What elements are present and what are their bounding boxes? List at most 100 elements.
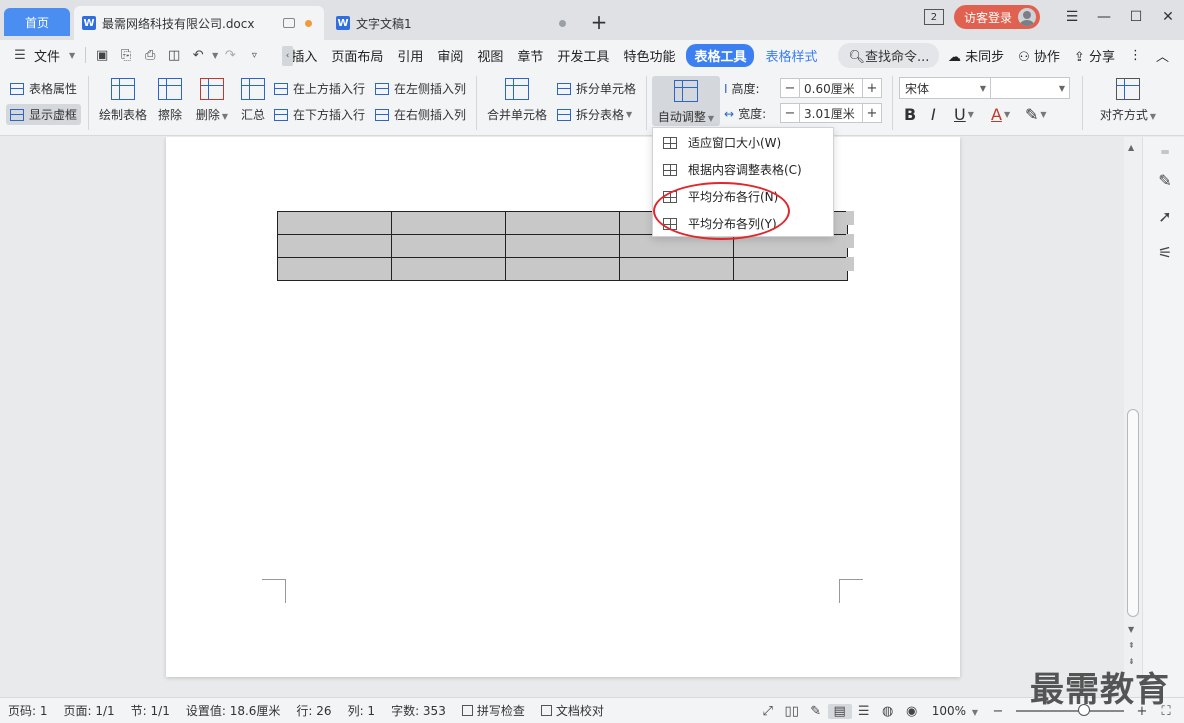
table-cell[interactable] [391, 211, 506, 235]
status-col[interactable]: 列: 1 [340, 702, 384, 719]
table-properties-button[interactable]: 表格属性 [10, 80, 77, 97]
table-cell[interactable] [277, 211, 392, 235]
tab-screen-icon[interactable] [283, 18, 295, 28]
scroll-up-icon[interactable]: ▲ [1128, 143, 1134, 152]
web-view-icon[interactable]: ◍ [876, 704, 900, 719]
menu-item-distribute-rows[interactable]: 平均分布各行(N) [653, 183, 833, 210]
eye-protect-icon[interactable]: ◉ [900, 704, 924, 719]
undo-icon[interactable]: ↶ [186, 48, 210, 63]
collapse-ribbon-icon[interactable]: ︿ [1149, 46, 1176, 65]
cursor-icon[interactable]: ➚ [1155, 207, 1175, 226]
font-family-select[interactable]: 宋体 ▼ [899, 77, 991, 99]
bold-icon[interactable]: B [904, 105, 916, 124]
row-height-increase-button[interactable]: + [862, 78, 882, 98]
hamburger-icon[interactable]: ☰ [8, 48, 32, 63]
tab-home[interactable]: 首页 [4, 8, 70, 36]
sync-status[interactable]: ☁ 未同步 [941, 46, 1011, 65]
table-cell[interactable] [277, 257, 392, 281]
scroll-left-icon[interactable]: ‹ [282, 46, 293, 66]
document-page[interactable] [166, 137, 960, 677]
status-row[interactable]: 行: 26 [288, 702, 339, 719]
menu-references[interactable]: 引用 [390, 46, 430, 65]
export-icon[interactable]: ⎘ [114, 48, 138, 63]
row-height-input[interactable]: 0.60厘米 [800, 78, 862, 98]
window-count-badge[interactable]: 2 [923, 9, 944, 25]
redo-icon[interactable]: ↷ [218, 48, 242, 63]
menu-file[interactable]: 文件 [32, 46, 67, 65]
menu-view[interactable]: 视图 [470, 46, 510, 65]
prev-page-icon[interactable]: ⇞ [1128, 641, 1135, 650]
table-cell[interactable] [505, 257, 620, 281]
status-setting-value[interactable]: 设置值: 18.6厘米 [178, 702, 289, 719]
menu-page-layout[interactable]: 页面布局 [324, 46, 390, 65]
table-cell[interactable] [277, 234, 392, 258]
highlight-icon[interactable]: ✎ ▼ [1025, 105, 1047, 124]
scroll-down-icon[interactable]: ▼ [1128, 625, 1134, 634]
edit-mode-icon[interactable]: ✎ [804, 704, 828, 719]
menu-item-fit-window[interactable]: 适应窗口大小(W) [653, 129, 833, 156]
add-tab-icon[interactable]: + [588, 10, 610, 34]
minimize-icon[interactable]: — [1088, 9, 1120, 25]
vertical-scrollbar[interactable]: ▲ ▼ ⇞ ⇟ [1124, 137, 1142, 697]
table-cell[interactable] [733, 257, 848, 281]
save-icon[interactable]: ▣ [90, 48, 114, 63]
menu-item-distribute-cols[interactable]: 平均分布各列(Y) [653, 210, 833, 237]
status-word-count[interactable]: 字数: 353 [383, 702, 454, 719]
status-page-number[interactable]: 页码: 1 [0, 702, 56, 719]
collab-button[interactable]: ⚇ 协作 [1011, 46, 1067, 65]
draw-table-button[interactable]: 绘制表格 [97, 78, 149, 123]
status-section[interactable]: 节: 1/1 [123, 702, 178, 719]
col-width-decrease-button[interactable]: − [780, 103, 800, 123]
italic-icon[interactable]: I [931, 105, 936, 124]
font-size-select[interactable]: ▼ [990, 77, 1070, 99]
doc-proof-button[interactable]: 文档校对 [533, 702, 612, 719]
table-cell[interactable] [619, 234, 734, 258]
scrollbar-thumb[interactable] [1127, 409, 1139, 617]
chevron-down-icon[interactable]: ▼ [69, 51, 75, 60]
maximize-icon[interactable]: ☐ [1120, 9, 1152, 25]
menu-item-fit-content[interactable]: 根据内容调整表格(C) [653, 156, 833, 183]
table-cell[interactable] [391, 234, 506, 258]
show-grid-button[interactable]: 显示虚框 [6, 104, 82, 125]
reading-mode-icon[interactable]: ▯▯ [780, 704, 804, 719]
share-button[interactable]: ⇪ 分享 [1067, 46, 1122, 65]
split-cells-button[interactable]: 拆分单元格 [557, 80, 636, 97]
merge-cells-button[interactable]: 合并单元格 [486, 78, 548, 123]
zoom-level[interactable]: 100% ▼ [924, 704, 986, 718]
zoom-out-icon[interactable]: − [986, 704, 1010, 719]
split-table-button[interactable]: 拆分表格 ▼ [557, 106, 632, 123]
table-cell[interactable] [505, 211, 620, 235]
pen-icon[interactable]: ✎ [1155, 171, 1175, 190]
menu-features[interactable]: 特色功能 [616, 46, 682, 65]
alignment-button[interactable]: 对齐方式 ▼ [1096, 78, 1160, 123]
document-canvas[interactable] [0, 137, 1142, 697]
insert-col-left-button[interactable]: 在左侧插入列 [375, 80, 466, 97]
page-view-icon[interactable]: ▤ [827, 703, 852, 719]
status-page-count[interactable]: 页面: 1/1 [56, 702, 123, 719]
table-cell[interactable] [619, 257, 734, 281]
fullscreen-icon[interactable]: ⤢ [756, 704, 780, 719]
customize-chevron-icon[interactable]: ▿ [242, 50, 266, 61]
insert-col-right-button[interactable]: 在右侧插入列 [375, 106, 466, 123]
auto-adjust-button[interactable]: 自动调整 ▼ [652, 76, 720, 126]
sliders-icon[interactable]: ⚟ [1155, 243, 1175, 262]
more-icon[interactable]: ⋮ [1122, 48, 1149, 63]
print-icon[interactable]: ⎙ [138, 48, 162, 63]
col-width-input[interactable]: 3.01厘米 [800, 103, 862, 123]
table-cell[interactable] [733, 234, 848, 258]
menu-developer[interactable]: 开发工具 [550, 46, 616, 65]
insert-row-below-button[interactable]: 在下方插入行 [274, 106, 365, 123]
row-height-decrease-button[interactable]: − [780, 78, 800, 98]
underline-icon[interactable]: U ▼ [954, 105, 974, 124]
font-color-icon[interactable]: A ▼ [991, 105, 1010, 124]
menu-section[interactable]: 章节 [510, 46, 550, 65]
command-search[interactable]: 🔍︎查找命令... [838, 42, 940, 68]
close-icon[interactable]: ✕ [1152, 9, 1184, 25]
unsaved-dot-icon[interactable] [305, 19, 312, 27]
guest-login-button[interactable]: 访客登录 [953, 5, 1040, 29]
preview-icon[interactable]: ◫ [162, 48, 186, 63]
erase-button[interactable]: 擦除 [156, 78, 184, 123]
table-cell[interactable] [391, 257, 506, 281]
menu-review[interactable]: 审阅 [430, 46, 470, 65]
table-cell[interactable] [505, 234, 620, 258]
